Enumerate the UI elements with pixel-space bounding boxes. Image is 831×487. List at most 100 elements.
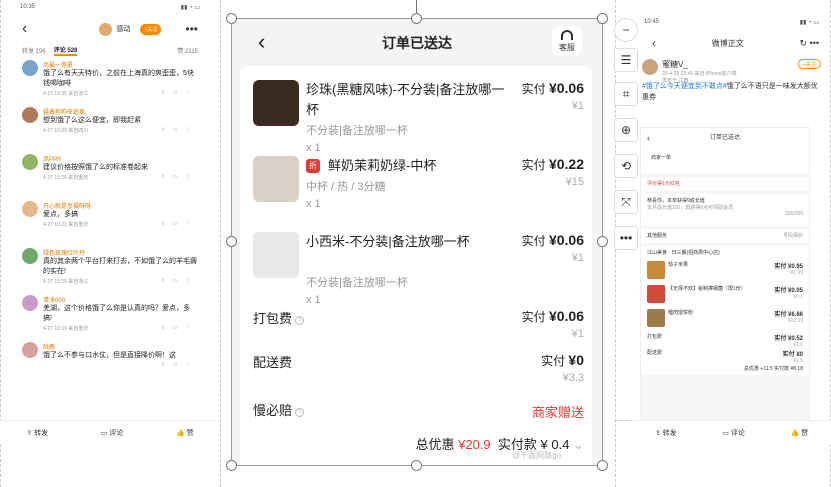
mini-shop-card: 江山美食 · 日三餐(招商局中心店) 茄子米果 实付 ¥0.95 ¥1.99 【无择不… — [641, 246, 809, 375]
comment-item[interactable]: 绿色玫瑰红叶丹 真的其余两个平台打来打去，不如饿了么的羊毛薅的实在! 4-27 10… — [0, 244, 220, 291]
page-title: 订单已送达 — [382, 35, 452, 51]
comment-user[interactable]: 疆着狗狗来追疯 — [43, 107, 198, 116]
mini-promo: 恭喜你，本单获得9成长值 本月成长值100，再获得6点可领取会员 306/200 — [641, 194, 809, 226]
author-name[interactable]: 蜜糖V_ — [662, 59, 736, 70]
fit-icon[interactable]: ⤧ — [614, 190, 638, 214]
mini-delivery-label: 配送费 — [647, 350, 663, 356]
help-icon[interactable]: ? — [295, 408, 305, 417]
comment-user[interactable]: 清浅000 — [43, 295, 198, 304]
avatar[interactable] — [642, 59, 658, 75]
comment-actions-icon[interactable]: ⇪▭♡ — [161, 90, 198, 97]
product-name: 小西米-不分装|备注放哪一杯 — [306, 232, 506, 252]
more-icon[interactable]: ••• — [185, 22, 198, 36]
refresh-icon[interactable]: ↻ ••• — [800, 38, 820, 49]
comment-button[interactable]: ▭ 评论 — [722, 428, 745, 438]
pay-label: 实付 — [521, 82, 546, 96]
comment-item[interactable]: 疆着狗狗来追疯 想到饿了么这么便宜，即我赶紧 4-27 10:29 来自四川 ⇪▭♡ — [0, 103, 220, 150]
order-item[interactable]: 小西米-不分装|备注放哪一杯 不分装|备注放哪一杯 x 1 实付 ¥0.06 ¥1 — [240, 226, 592, 306]
resize-handle[interactable] — [411, 13, 422, 24]
crop-icon[interactable]: ⌗ — [614, 82, 638, 106]
avatar[interactable] — [22, 248, 38, 264]
align-icon[interactable]: ☰ — [614, 48, 638, 72]
customer-service-button[interactable]: 客服 — [552, 26, 582, 56]
mini-order-item: 茄子米果 实付 ¥0.95 ¥1.99 — [647, 259, 803, 283]
comment-actions-icon[interactable]: ⇪▭♡ — [161, 127, 198, 134]
pack-fee-pay: 实付 ¥0.06 — [522, 308, 584, 325]
resize-handle[interactable] — [411, 460, 422, 471]
rotate-handle-line[interactable] — [416, 0, 417, 14]
mini-header: ‹ 订单已送达 — [641, 128, 809, 148]
comment-user[interactable]: 开心就是幸福呀呀 — [43, 201, 198, 210]
tab-comments[interactable]: 评论 528 — [53, 45, 78, 56]
tab-likes[interactable]: 赞 2115 — [177, 46, 198, 55]
product-spec: 不分装|备注放哪一杯 — [306, 277, 408, 289]
resize-handle[interactable] — [597, 13, 608, 24]
avatar[interactable] — [22, 60, 38, 76]
like-button[interactable]: 👍 赞 — [790, 428, 808, 438]
comment-item[interactable]: 陪鹿 饿了么不参与口水仗，但是直接降价啊！这 ⇪▭♡ — [0, 338, 220, 385]
comment-time: 4-27 10:29 来自四川 — [43, 128, 89, 134]
product-qty: x 1 — [306, 198, 321, 210]
comment-list: 尚最一莲夏 饿了么有天天特价，之前在上海真的爽歪歪，5块钱喝咖啡 4-27 10:3… — [0, 56, 220, 385]
mini-delivery-row: 配送费 实付 ¥0 ¥2.5 — [647, 347, 803, 364]
resize-handle[interactable] — [226, 460, 237, 471]
comment-user[interactable]: 尚最一莲夏 — [43, 60, 198, 69]
follow-button[interactable]: +关注 — [798, 59, 821, 69]
comment-actions-icon[interactable]: ⇪▭♡ — [161, 174, 198, 181]
image-edit-toolbar: − ☰ ⌗ ⊕ ⟲ ⤧ ••• — [612, 18, 642, 258]
comment-user[interactable]: 绿色玫瑰红叶丹 — [43, 248, 198, 257]
follow-button[interactable]: +关注 — [140, 23, 162, 35]
embedded-order-image[interactable]: ‹ 订单已送达 商家一单 评价得1元红包 恭喜你，本单获得9成长值 本月成长值10… — [640, 127, 810, 427]
avatar[interactable] — [22, 342, 38, 358]
resize-handle[interactable] — [597, 236, 608, 247]
pay-value: ¥0.06 — [548, 308, 584, 324]
resize-handle[interactable] — [226, 236, 237, 247]
comment-button[interactable]: ▭ 评论 — [101, 428, 124, 438]
like-button[interactable]: 👍 赞 — [176, 428, 194, 438]
repost-button[interactable]: ⇪ 转发 — [655, 428, 677, 438]
comment-actions-icon[interactable]: ⇪▭♡ — [161, 221, 198, 228]
avatar[interactable] — [22, 154, 38, 170]
comment-user[interactable]: 陪鹿 — [43, 342, 198, 351]
pay-label: 实付 — [521, 158, 546, 172]
comment-actions-icon[interactable]: ⇪▭♡ — [161, 362, 198, 368]
comment-item[interactable]: 清浅000 羌湖，这个价格饿了么你是认真的吗？爱点，多搞! 4-27 10:19 来… — [0, 291, 220, 338]
comment-text: 爱点，多搞 — [43, 211, 78, 218]
resize-handle[interactable] — [226, 13, 237, 24]
comment-text: 真的其余两个平台打来打去，不如饿了么的羊毛薅的实在! — [43, 258, 197, 275]
avatar[interactable] — [22, 201, 38, 217]
status-icons: ▮▮ ◔ ▭ — [180, 4, 200, 11]
back-icon[interactable]: ‹ — [22, 20, 27, 38]
mini-item-orig: ¥13.99 — [787, 318, 803, 324]
comment-item[interactable]: 尚最一莲夏 饿了么有天天特价，之前在上海真的爽歪歪，5块钱喝咖啡 4-27 10:3… — [0, 56, 220, 103]
minimize-icon[interactable]: − — [614, 18, 638, 42]
comment-user[interactable]: 凤PPR — [43, 154, 198, 163]
help-icon[interactable]: ? — [295, 316, 305, 325]
post-topic-link[interactable]: #饿了么今天便宜到不敢点# — [642, 83, 727, 90]
comment-actions-icon[interactable]: ⇪▭♡ — [161, 278, 198, 285]
order-item[interactable]: 折鲜奶茉莉奶绿-中杯 中杯 / 热 / 3分糖 x 1 实付 ¥0.22 ¥15 — [240, 150, 592, 230]
discount-badge: 折 — [306, 159, 320, 173]
order-item[interactable]: 珍珠(黑糖风味)-不分装|备注放哪一杯 不分装|备注放哪一杯 x 1 实付 ¥0.06… — [240, 74, 592, 154]
mini-total: 总优惠 +11.5 实付款 ¥8.18 — [744, 366, 803, 372]
more-icon[interactable]: ••• — [614, 226, 638, 250]
comment-meta: 4-27 10:19 来自重庆 ⇪▭♡ — [43, 325, 198, 332]
comment-item[interactable]: 凤PPR 建议价格按照饿了么的标准卷起来 4-27 10:26 来自重庆 ⇪▭♡ — [0, 150, 220, 197]
avatar[interactable] — [99, 22, 113, 36]
comment-meta: 4-27 10:29 来自四川 ⇪▭♡ — [43, 127, 198, 134]
resize-handle[interactable] — [597, 460, 608, 471]
avatar[interactable] — [22, 107, 38, 123]
comment-actions-icon[interactable]: ⇪▭♡ — [161, 325, 198, 332]
author-name[interactable]: 感动 — [116, 24, 130, 34]
tab-repost[interactable]: 转发 196 — [22, 46, 46, 55]
avatar[interactable] — [22, 295, 38, 311]
rotate-icon[interactable]: ⟲ — [614, 154, 638, 178]
discount-value: ¥20.9 — [458, 437, 491, 452]
comment-item[interactable]: 开心就是幸福呀呀 爱点，多搞 4-27 10:21 来自重庆 ⇪▭♡ — [0, 197, 220, 244]
chevron-down-icon[interactable]: ⌄ — [573, 437, 584, 452]
delivery-fee-orig: ¥3.3 — [562, 372, 584, 384]
zoom-in-icon[interactable]: ⊕ — [614, 118, 638, 142]
comment-meta: 4-27 10:21 来自重庆 ⇪▭♡ — [43, 221, 198, 228]
order-screenshot-panel[interactable]: ‹ 订单已送达 客服 珍珠(黑糖风味)-不分装|备注放哪一杯 不分装|备注放哪一杯… — [231, 18, 603, 466]
repost-button[interactable]: ⇪ 转发 — [26, 428, 48, 438]
